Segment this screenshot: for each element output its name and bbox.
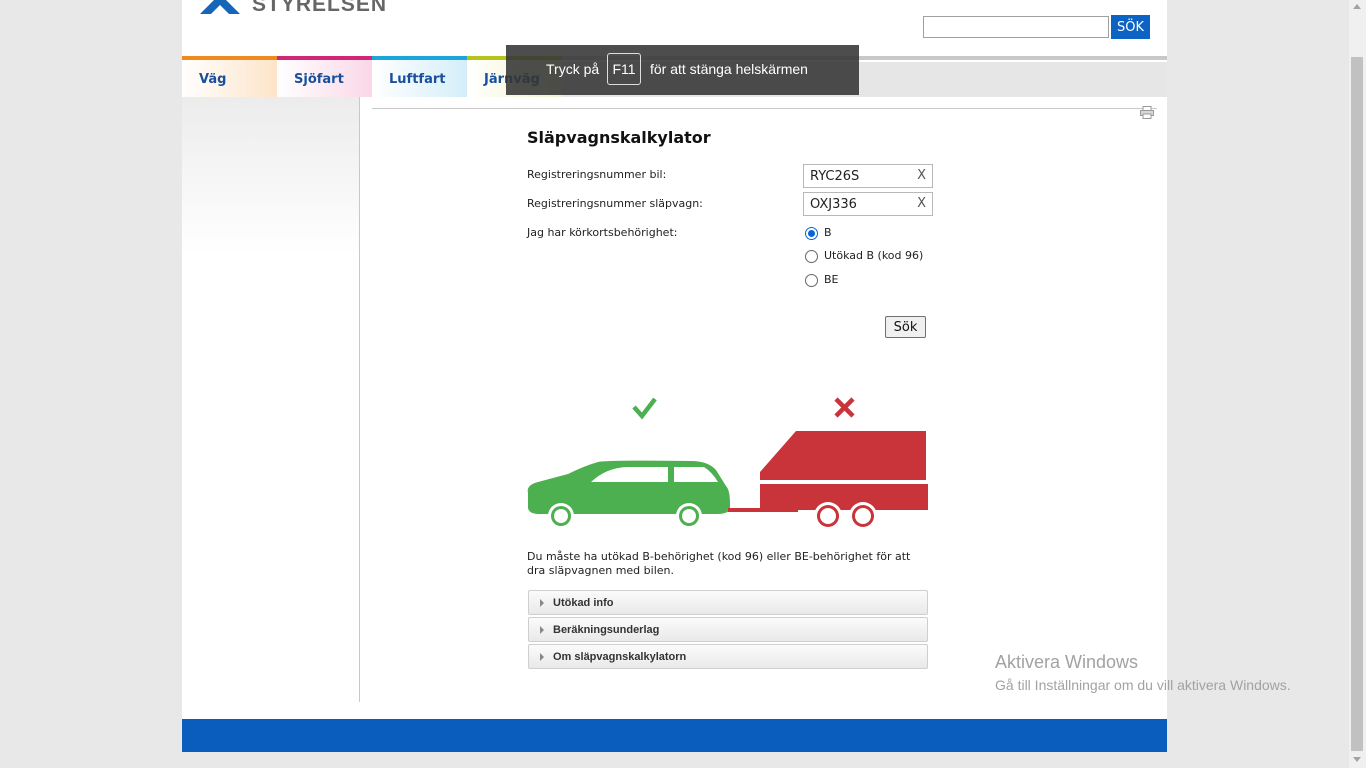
tab-label: Väg bbox=[199, 72, 227, 87]
windows-activation-title: Aktivera Windows bbox=[995, 652, 1139, 672]
windows-activation-subtitle: Gå till Inställningar om du vill aktiver… bbox=[995, 677, 1291, 693]
license-option-label: B bbox=[824, 226, 832, 239]
license-option-utokad-b[interactable]: Utökad B (kod 96) bbox=[805, 249, 923, 263]
chevron-right-icon bbox=[540, 653, 544, 661]
fullscreen-notice: Tryck på F11 för att stänga helskärmen bbox=[506, 45, 859, 95]
license-option-b[interactable]: B bbox=[805, 226, 832, 240]
accordion-label: Beräkningsunderlag bbox=[553, 624, 660, 636]
car-illustration bbox=[527, 460, 798, 529]
f11-key-badge: F11 bbox=[607, 53, 641, 85]
license-option-label: Utökad B (kod 96) bbox=[824, 249, 924, 262]
radio-button[interactable] bbox=[805, 249, 818, 263]
accordion-label: Om släpvagnskalkylatorn bbox=[553, 651, 687, 663]
chevron-right-icon bbox=[540, 599, 544, 607]
chevron-right-icon bbox=[540, 626, 544, 634]
scroll-up-icon[interactable] bbox=[1353, 4, 1361, 9]
scroll-down-icon[interactable] bbox=[1353, 757, 1361, 762]
fullscreen-notice-text-after: för att stänga helskärmen bbox=[650, 61, 808, 77]
tab-sjofart[interactable]: Sjöfart bbox=[277, 56, 372, 97]
tab-label: Sjöfart bbox=[294, 72, 344, 87]
page: STYRELSEN SÖK Väg Sjöfart Luftfart Järnv… bbox=[182, 0, 1167, 752]
search-button[interactable]: SÖK bbox=[1111, 15, 1150, 39]
clear-car-reg-button[interactable]: X bbox=[917, 168, 926, 183]
tab-luftfart[interactable]: Luftfart bbox=[372, 56, 467, 97]
cross-icon bbox=[834, 397, 855, 418]
vertical-scrollbar[interactable] bbox=[1349, 0, 1366, 768]
trailer-reg-label: Registreringsnummer släpvagn: bbox=[527, 197, 703, 210]
trailer-reg-field[interactable]: X bbox=[803, 192, 933, 216]
print-icon[interactable] bbox=[1140, 106, 1154, 119]
content-divider bbox=[372, 108, 1157, 109]
fullscreen-notice-text-before: Tryck på bbox=[546, 61, 600, 77]
tab-vag[interactable]: Väg bbox=[182, 56, 277, 97]
car-reg-input[interactable] bbox=[810, 168, 910, 184]
license-option-label: BE bbox=[824, 273, 839, 286]
tab-label: Luftfart bbox=[389, 72, 446, 87]
accordion-berakningsunderlag[interactable]: Beräkningsunderlag bbox=[528, 617, 928, 642]
search-input[interactable] bbox=[923, 16, 1109, 38]
submit-button[interactable]: Sök bbox=[885, 316, 926, 338]
accordion-utokad-info[interactable]: Utökad info bbox=[528, 590, 928, 615]
accordion-om-kalkylatorn[interactable]: Om släpvagnskalkylatorn bbox=[528, 644, 928, 669]
trailer-illustration bbox=[760, 431, 928, 530]
radio-button[interactable] bbox=[805, 273, 818, 287]
scrollbar-thumb[interactable] bbox=[1351, 57, 1363, 751]
radio-button[interactable] bbox=[805, 226, 818, 240]
page-title: Släpvagnskalkylator bbox=[527, 128, 711, 147]
license-label: Jag har körkortsbehörighet: bbox=[527, 226, 678, 239]
trailer-reg-input[interactable] bbox=[810, 196, 910, 212]
check-icon bbox=[632, 397, 657, 420]
accordion-label: Utökad info bbox=[553, 597, 614, 609]
clear-trailer-reg-button[interactable]: X bbox=[917, 196, 926, 211]
car-reg-field[interactable]: X bbox=[803, 164, 933, 188]
sidebar bbox=[182, 97, 360, 702]
footer bbox=[182, 719, 1167, 752]
license-option-be[interactable]: BE bbox=[805, 273, 839, 287]
car-reg-label: Registreringsnummer bil: bbox=[527, 168, 667, 181]
logo-text[interactable]: STYRELSEN bbox=[252, 0, 387, 17]
logo-icon[interactable] bbox=[200, 0, 240, 14]
car-trailer-illustration bbox=[527, 397, 928, 530]
result-message: Du måste ha utökad B-behörighet (kod 96)… bbox=[527, 550, 911, 577]
